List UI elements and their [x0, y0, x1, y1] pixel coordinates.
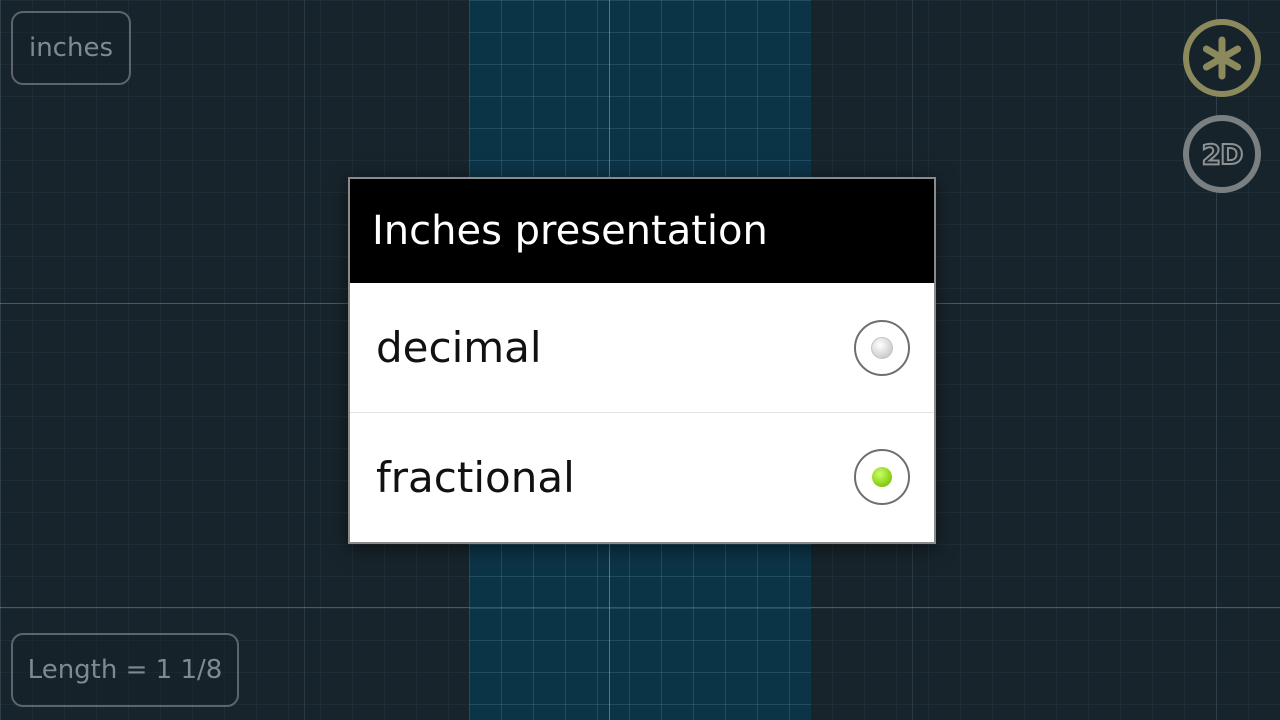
dialog-title-text: Inches presentation [372, 208, 768, 254]
radio-unselected-indicator [871, 336, 893, 359]
inches-presentation-dialog: Inches presentation decimal fractional [348, 177, 936, 544]
radio-fractional[interactable] [854, 449, 910, 505]
radio-decimal[interactable] [854, 319, 910, 376]
option-fractional[interactable]: fractional [350, 412, 934, 541]
option-decimal[interactable]: decimal [350, 283, 934, 412]
option-label: fractional [376, 452, 575, 502]
dialog-title: Inches presentation [350, 179, 934, 283]
ruler-canvas[interactable]: inches Length = 1 1/8 2D Inches presenta… [0, 0, 1280, 720]
radio-selected-indicator [872, 467, 892, 487]
option-label: decimal [376, 323, 542, 372]
